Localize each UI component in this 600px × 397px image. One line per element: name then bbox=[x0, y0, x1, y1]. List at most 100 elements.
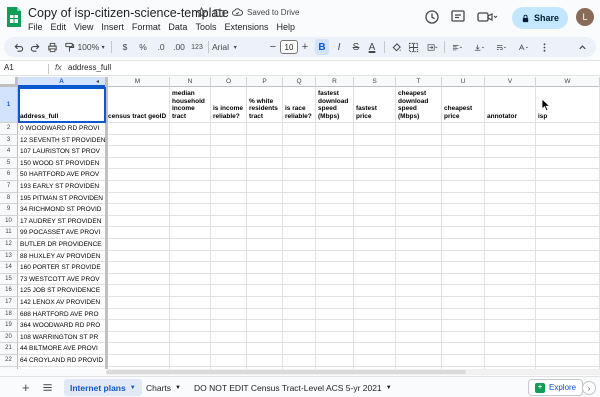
grid-cell[interactable] bbox=[247, 204, 283, 216]
grid-cell[interactable] bbox=[442, 134, 485, 147]
grid-cell[interactable] bbox=[396, 331, 442, 344]
grid-cell[interactable] bbox=[247, 285, 283, 297]
grid-cell[interactable] bbox=[106, 134, 170, 147]
redo-icon[interactable] bbox=[29, 40, 41, 54]
number-format-button[interactable]: 123 bbox=[190, 40, 204, 54]
address-cell[interactable]: 50 HARTFORD AVE PROV bbox=[18, 169, 106, 181]
grid-cell[interactable] bbox=[354, 227, 396, 239]
menu-help[interactable]: Help bbox=[276, 22, 295, 32]
grid-cell[interactable] bbox=[106, 123, 170, 135]
grid-cell[interactable] bbox=[442, 146, 485, 158]
grid-cell[interactable] bbox=[170, 262, 211, 274]
grid-cell[interactable] bbox=[283, 297, 316, 309]
grid-cell[interactable] bbox=[283, 157, 316, 170]
sheet-tab-internet-plans[interactable]: Internet plans ▼ bbox=[64, 379, 142, 396]
grid-cell[interactable] bbox=[211, 331, 247, 344]
grid-cell[interactable] bbox=[247, 146, 283, 158]
more-options-icon[interactable] bbox=[538, 40, 550, 54]
grid-cell[interactable] bbox=[247, 169, 283, 181]
grid-cell[interactable] bbox=[106, 331, 170, 344]
menu-data[interactable]: Data bbox=[168, 22, 187, 32]
grid-cell[interactable] bbox=[485, 169, 536, 181]
font-select[interactable]: Arial ▾ bbox=[212, 40, 252, 54]
column-header-q[interactable]: Q bbox=[283, 77, 316, 87]
row-header-19[interactable]: 19 bbox=[0, 320, 18, 332]
grid-cell[interactable] bbox=[170, 355, 211, 367]
grid-cell[interactable] bbox=[247, 297, 283, 309]
grid-cell[interactable] bbox=[283, 343, 316, 355]
grid-cell[interactable] bbox=[170, 123, 211, 135]
text-color-button[interactable]: A bbox=[367, 40, 377, 54]
grid-cell[interactable] bbox=[536, 169, 600, 181]
side-panel-toggle-icon[interactable]: › bbox=[582, 381, 596, 395]
column-header-r[interactable]: R bbox=[316, 77, 354, 87]
grid-cell[interactable] bbox=[283, 250, 316, 263]
grid-cell[interactable] bbox=[211, 181, 247, 193]
grid-cell[interactable] bbox=[283, 146, 316, 158]
percent-format-button[interactable]: % bbox=[138, 40, 148, 54]
grid-cell[interactable] bbox=[316, 215, 354, 228]
grid-cell[interactable] bbox=[442, 227, 485, 239]
grid-cell[interactable] bbox=[106, 227, 170, 239]
grid-cell[interactable] bbox=[316, 262, 354, 274]
sheets-logo-icon[interactable] bbox=[6, 6, 22, 28]
grid-cell[interactable] bbox=[247, 273, 283, 286]
grid-cell[interactable] bbox=[316, 297, 354, 309]
grid-cell[interactable] bbox=[283, 273, 316, 286]
grid-cell[interactable] bbox=[247, 215, 283, 228]
header-cell-r[interactable]: fastest download speed (Mbps) bbox=[316, 87, 354, 123]
grid-cell[interactable] bbox=[442, 285, 485, 297]
horizontal-align-icon[interactable] bbox=[448, 40, 466, 54]
row-header-21[interactable]: 21 bbox=[0, 343, 18, 355]
address-cell[interactable]: 193 EARLY ST PROVIDEN bbox=[18, 181, 106, 193]
grid-cell[interactable] bbox=[211, 227, 247, 239]
address-cell[interactable]: 17 AUDREY ST PROVIDEN bbox=[18, 215, 106, 228]
avatar[interactable]: L bbox=[576, 8, 594, 26]
sheet-tab-charts[interactable]: Charts ▼ bbox=[140, 379, 187, 396]
row-header-6[interactable]: 6 bbox=[0, 169, 18, 181]
grid-cell[interactable] bbox=[283, 134, 316, 147]
font-size-decrease-button[interactable]: − bbox=[268, 40, 278, 54]
grid-cell[interactable] bbox=[396, 285, 442, 297]
grid-cell[interactable] bbox=[316, 192, 354, 205]
grid-cell[interactable] bbox=[106, 343, 170, 355]
grid-cell[interactable] bbox=[354, 297, 396, 309]
grid-cell[interactable] bbox=[396, 355, 442, 367]
grid-cell[interactable] bbox=[442, 239, 485, 251]
font-size-increase-button[interactable]: + bbox=[300, 40, 310, 54]
grid-cell[interactable] bbox=[485, 204, 536, 216]
grid-cell[interactable] bbox=[211, 192, 247, 205]
grid-cell[interactable] bbox=[316, 123, 354, 135]
grid-cell[interactable] bbox=[247, 250, 283, 263]
column-header-o[interactable]: O bbox=[211, 77, 247, 87]
row-header-20[interactable]: 20 bbox=[0, 331, 18, 344]
grid-cell[interactable] bbox=[485, 250, 536, 263]
grid-cell[interactable] bbox=[316, 320, 354, 332]
select-all-corner[interactable] bbox=[0, 77, 18, 87]
grid-cell[interactable] bbox=[396, 204, 442, 216]
grid-cell[interactable] bbox=[283, 308, 316, 321]
address-cell[interactable]: 150 WOOD ST PROVIDEN bbox=[18, 157, 106, 170]
grid-cell[interactable] bbox=[396, 227, 442, 239]
grid-cell[interactable] bbox=[247, 343, 283, 355]
grid-cell[interactable] bbox=[536, 308, 600, 321]
grid-cell[interactable] bbox=[106, 297, 170, 309]
grid-cell[interactable] bbox=[283, 320, 316, 332]
grid-cell[interactable] bbox=[211, 273, 247, 286]
grid-cell[interactable] bbox=[170, 239, 211, 251]
grid-cell[interactable] bbox=[354, 273, 396, 286]
grid-cell[interactable] bbox=[536, 204, 600, 216]
grid-cell[interactable] bbox=[316, 285, 354, 297]
font-size-input[interactable]: 10 bbox=[280, 40, 298, 54]
grid-cell[interactable] bbox=[211, 320, 247, 332]
fill-color-icon[interactable] bbox=[390, 40, 402, 54]
address-cell[interactable]: 99 POCASSET AVE PROVI bbox=[18, 227, 106, 239]
row-header-11[interactable]: 11 bbox=[0, 227, 18, 239]
move-folder-icon[interactable] bbox=[214, 7, 225, 18]
grid-cell[interactable] bbox=[442, 204, 485, 216]
grid-cell[interactable] bbox=[485, 297, 536, 309]
grid-cell[interactable] bbox=[442, 308, 485, 321]
grid-cell[interactable] bbox=[247, 192, 283, 205]
collapse-toolbar-icon[interactable] bbox=[576, 40, 588, 54]
grid-cell[interactable] bbox=[170, 297, 211, 309]
